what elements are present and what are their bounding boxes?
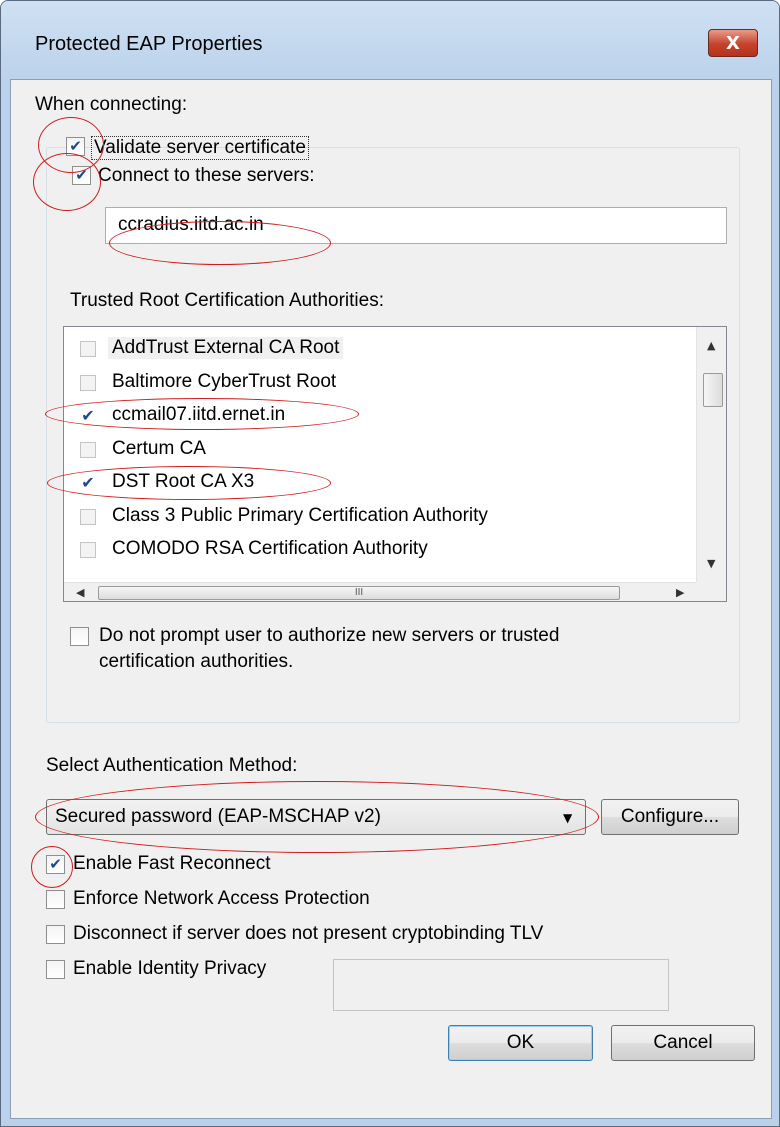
list-item[interactable]: COMODO RSA Certification Authority xyxy=(64,534,664,568)
scrollbar-corner xyxy=(696,582,726,601)
list-item-label: Certum CA xyxy=(112,438,206,459)
list-item[interactable]: Class 3 Public Primary Certification Aut… xyxy=(64,501,664,535)
auth-method-selected: Secured password (EAP-MSCHAP v2) xyxy=(55,806,381,827)
list-item[interactable]: AddTrust External CA Root xyxy=(64,333,664,367)
list-item-label: ccmail07.iitd.ernet.in xyxy=(112,404,286,425)
list-item-checkbox[interactable] xyxy=(80,442,96,458)
identity-privacy-input[interactable] xyxy=(333,959,669,1011)
list-item-checkbox[interactable] xyxy=(80,375,96,391)
dialog-window: Protected EAP Properties X When connecti… xyxy=(0,0,780,1127)
list-item-label: Baltimore CyberTrust Root xyxy=(112,371,337,392)
list-item-label: DST Root CA X3 xyxy=(112,471,255,492)
title-bar[interactable]: Protected EAP Properties X xyxy=(1,1,779,89)
configure-button[interactable]: Configure... xyxy=(601,799,739,835)
list-item-checkbox[interactable] xyxy=(80,509,96,525)
list-item-label: AddTrust External CA Root xyxy=(108,337,344,359)
servers-input[interactable]: ccradius.iitd.ac.in xyxy=(105,207,727,244)
validate-cert-label[interactable]: Validate server certificate xyxy=(91,136,309,160)
list-item[interactable]: Baltimore CyberTrust Root xyxy=(64,367,664,401)
auth-method-select[interactable]: Secured password (EAP-MSCHAP v2) ▼ xyxy=(46,799,586,835)
nap-checkbox[interactable] xyxy=(46,890,65,909)
when-connecting-label: When connecting: xyxy=(35,94,188,115)
connect-servers-checkbox[interactable]: ✔ xyxy=(72,166,91,185)
scroll-left-icon[interactable]: ◀ xyxy=(76,586,84,599)
identity-privacy-label[interactable]: Enable Identity Privacy xyxy=(73,958,266,980)
vertical-scrollbar[interactable]: ▲ ▼ xyxy=(696,327,726,582)
scroll-up-icon[interactable]: ▲ xyxy=(707,339,715,352)
horizontal-scrollbar[interactable]: ◀ III ▶ xyxy=(64,582,696,601)
list-item-label: COMODO RSA Certification Authority xyxy=(112,538,428,559)
list-item[interactable]: ✔ DST Root CA X3 xyxy=(64,467,664,501)
horizontal-scroll-thumb[interactable]: III xyxy=(98,586,620,600)
cryptobinding-checkbox[interactable] xyxy=(46,925,65,944)
ok-button[interactable]: OK xyxy=(448,1025,593,1061)
scroll-right-icon[interactable]: ▶ xyxy=(676,586,684,599)
trusted-root-listbox[interactable]: AddTrust External CA Root Baltimore Cybe… xyxy=(63,326,727,602)
close-button[interactable]: X xyxy=(708,29,758,57)
do-not-prompt-label-line2[interactable]: certification authorities. xyxy=(99,651,293,673)
servers-input-value: ccradius.iitd.ac.in xyxy=(118,214,264,235)
list-item-checkbox[interactable]: ✔ xyxy=(80,475,96,491)
cryptobinding-label[interactable]: Disconnect if server does not present cr… xyxy=(73,923,543,945)
list-item-checkbox[interactable]: ✔ xyxy=(80,408,96,424)
fast-reconnect-label[interactable]: Enable Fast Reconnect xyxy=(73,853,271,875)
trusted-root-label: Trusted Root Certification Authorities: xyxy=(70,290,384,311)
do-not-prompt-checkbox[interactable] xyxy=(70,627,89,646)
fast-reconnect-checkbox[interactable]: ✔ xyxy=(46,855,65,874)
dialog-body: When connecting: ✔ Validate server certi… xyxy=(10,79,772,1119)
nap-label[interactable]: Enforce Network Access Protection xyxy=(73,888,370,910)
window-title: Protected EAP Properties xyxy=(35,33,263,55)
list-item-label: Class 3 Public Primary Certification Aut… xyxy=(112,505,488,526)
vertical-scroll-thumb[interactable] xyxy=(703,373,723,407)
cancel-button[interactable]: Cancel xyxy=(611,1025,755,1061)
do-not-prompt-label-line1[interactable]: Do not prompt user to authorize new serv… xyxy=(99,625,559,647)
chevron-down-icon[interactable]: ▼ xyxy=(563,811,572,825)
list-item-checkbox[interactable] xyxy=(80,542,96,558)
validate-cert-checkbox[interactable]: ✔ xyxy=(66,137,85,156)
list-item[interactable]: Certum CA xyxy=(64,434,664,468)
list-item-checkbox[interactable] xyxy=(80,341,96,357)
auth-method-label: Select Authentication Method: xyxy=(46,755,298,776)
connect-servers-label[interactable]: Connect to these servers: xyxy=(98,165,315,187)
list-item[interactable]: ✔ ccmail07.iitd.ernet.in xyxy=(64,400,664,434)
scroll-down-icon[interactable]: ▼ xyxy=(707,557,715,570)
identity-privacy-checkbox[interactable] xyxy=(46,960,65,979)
